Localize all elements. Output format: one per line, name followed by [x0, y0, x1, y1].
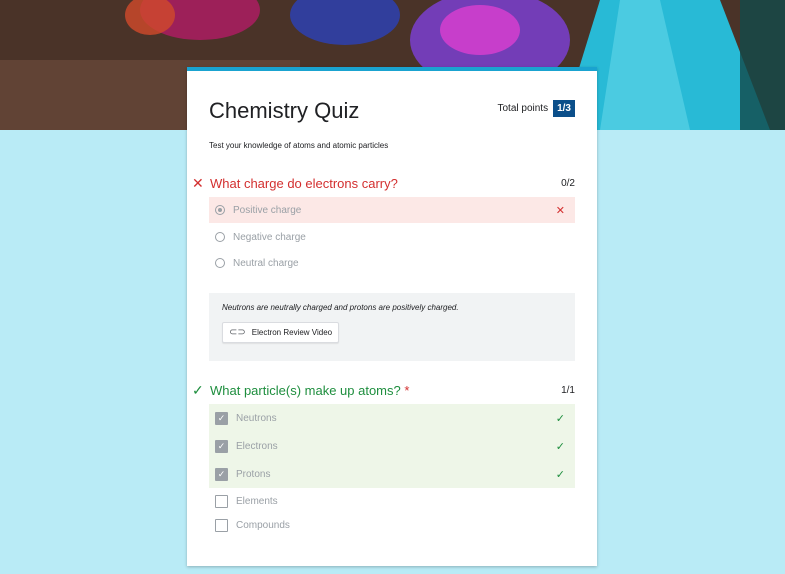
- question-1-feedback: Neutrons are neutrally charged and proto…: [209, 293, 575, 361]
- question-1-score: 0/2: [561, 178, 575, 189]
- question-2-score: 1/1: [561, 385, 575, 396]
- radio-button[interactable]: [215, 258, 225, 268]
- check-icon: ✓: [555, 440, 565, 453]
- question-2-option-2[interactable]: ✓ Electrons ✓: [209, 432, 575, 460]
- checkbox-checked[interactable]: ✓: [215, 467, 228, 481]
- option-label: Negative charge: [233, 231, 306, 243]
- checkbox-checked[interactable]: ✓: [215, 439, 228, 453]
- question-2-header: ✓ What particle(s) make up atoms? * 1/1: [192, 382, 575, 399]
- question-1-option-1[interactable]: Positive charge ✕: [209, 197, 575, 223]
- question-2-option-4[interactable]: Elements: [209, 488, 575, 514]
- option-label: Protons: [236, 468, 271, 480]
- total-points-badge: 1/3: [553, 100, 575, 117]
- option-label: Neutral charge: [233, 257, 299, 269]
- question-1-header: ✕ What charge do electrons carry? 0/2: [192, 175, 575, 192]
- feedback-text: Neutrons are neutrally charged and proto…: [222, 303, 459, 312]
- quiz-card: Chemistry Quiz Total points 1/3 Test you…: [187, 67, 597, 566]
- question-1-option-2[interactable]: Negative charge: [209, 224, 575, 250]
- checkbox-checked[interactable]: ✓: [215, 411, 228, 425]
- option-label: Elements: [236, 495, 278, 507]
- radio-button[interactable]: [215, 232, 225, 242]
- total-points-label: Total points: [497, 103, 549, 114]
- question-2-title: What particle(s) make up atoms? *: [210, 383, 561, 398]
- total-points: Total points 1/3: [497, 100, 575, 117]
- option-label: Compounds: [236, 519, 290, 531]
- question-1-option-3[interactable]: Neutral charge: [209, 250, 575, 276]
- check-icon: ✓: [555, 412, 565, 425]
- checkbox[interactable]: [215, 494, 228, 508]
- check-icon: ✓: [555, 468, 565, 481]
- quiz-description: Test your knowledge of atoms and atomic …: [209, 141, 389, 150]
- question-2-option-3[interactable]: ✓ Protons ✓: [209, 460, 575, 488]
- link-icon: ⊂⊃: [229, 327, 246, 338]
- x-icon: ✕: [555, 204, 565, 217]
- question-1-title: What charge do electrons carry?: [210, 176, 398, 191]
- question-2-option-1[interactable]: ✓ Neutrons ✓: [209, 404, 575, 432]
- quiz-title: Chemistry Quiz: [209, 98, 360, 123]
- link-label: Electron Review Video: [251, 328, 333, 337]
- required-asterisk: *: [404, 383, 410, 398]
- electron-review-video-link[interactable]: ⊂⊃ Electron Review Video: [222, 322, 340, 343]
- option-label: Neutrons: [236, 412, 277, 424]
- check-icon: ✓: [192, 382, 204, 398]
- option-label: Electrons: [236, 440, 278, 452]
- x-icon: ✕: [192, 175, 204, 191]
- checkbox[interactable]: [215, 518, 228, 532]
- option-label: Positive charge: [233, 204, 302, 216]
- question-2-title-text: What particle(s) make up atoms?: [210, 383, 401, 398]
- radio-selected[interactable]: [215, 205, 225, 215]
- question-2-option-5[interactable]: Compounds: [209, 512, 575, 538]
